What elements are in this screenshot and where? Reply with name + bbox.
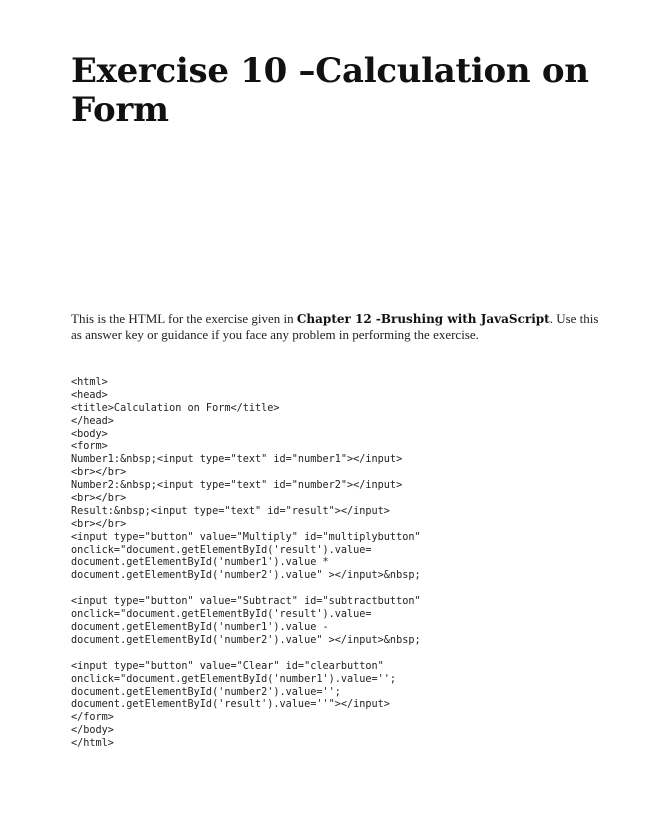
chapter-reference: Chapter 12 -Brushing with JavaScript [296, 312, 550, 326]
code-line: <body> [71, 428, 108, 440]
code-line: document.getElementById('number1').value… [71, 622, 329, 634]
code-block: <input type="button" value="Subtract" id… [71, 596, 631, 648]
code-line: </html> [71, 738, 114, 750]
code-line: document.getElementById('number1').value… [71, 557, 329, 569]
code-line: document.getElementById('result').value=… [71, 699, 390, 711]
code-line: Number2:&nbsp;<input type="text" id="num… [71, 480, 403, 492]
code-listing: <html> <head> <title>Calculation on Form</… [71, 377, 631, 751]
code-line: <input type="button" value="Subtract" id… [71, 596, 421, 608]
code-line: Result:&nbsp;<input type="text" id="resu… [71, 505, 390, 517]
code-block: <html> <head> <title>Calculation on Form</… [71, 377, 631, 583]
code-line: document.getElementById('number2').value… [71, 634, 421, 646]
code-line: </body> [71, 725, 114, 737]
page-title: Exercise 10 –Calculation on Form [71, 51, 589, 130]
code-line: onclick="document.getElementById('number… [71, 673, 397, 685]
code-line: <html> [71, 377, 108, 388]
code-line: <br></br> [71, 467, 127, 479]
intro-paragraph: This is the HTML for the exercise given … [71, 311, 611, 343]
code-line: </form> [71, 712, 114, 724]
code-line: </head> [71, 415, 114, 427]
intro-text-before: This is the HTML for the exercise given … [71, 311, 297, 326]
code-line: onclick="document.getElementById('result… [71, 609, 372, 621]
code-line: document.getElementById('number2').value… [71, 686, 341, 698]
code-line: <br></br> [71, 493, 127, 505]
code-line: Number1:&nbsp;<input type="text" id="num… [71, 454, 403, 466]
code-line: document.getElementById('number2').value… [71, 570, 421, 582]
document-page: Exercise 10 –Calculation on Form This is… [0, 0, 671, 830]
code-line: <form> [71, 441, 108, 453]
code-line: onclick="document.getElementById('result… [71, 544, 372, 556]
code-line: <br></br> [71, 518, 127, 530]
code-line: <title>Calculation on Form</title> [71, 402, 280, 414]
code-line: <input type="button" value="Clear" id="c… [71, 660, 384, 672]
code-line: <input type="button" value="Multiply" id… [71, 531, 421, 543]
code-line: <head> [71, 389, 108, 401]
code-block: <input type="button" value="Clear" id="c… [71, 661, 631, 751]
